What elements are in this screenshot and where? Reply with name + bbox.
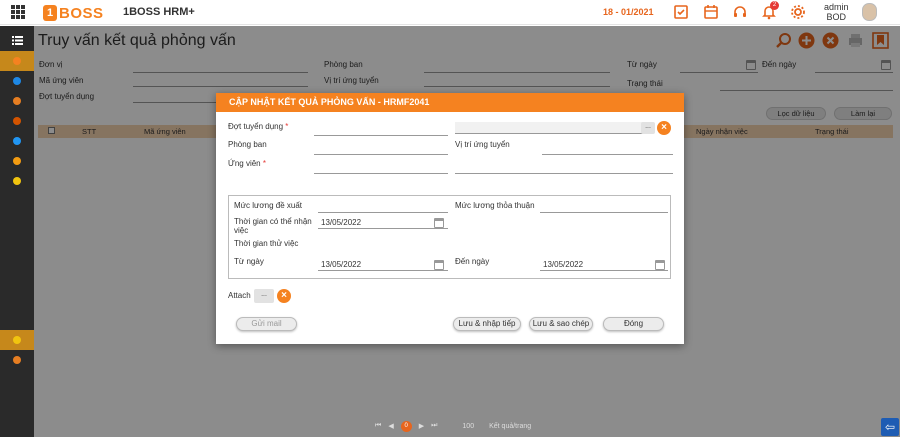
headset-icon[interactable]	[732, 4, 748, 20]
dot-tuyen-dung-clear-icon[interactable]: ×	[657, 121, 671, 135]
ung-vien-name-field	[455, 173, 673, 174]
current-page[interactable]: 0	[400, 420, 412, 432]
vi-tri-label: Vị trí ứng tuyển	[455, 140, 510, 149]
tu-ngay-label: Từ ngày	[234, 257, 264, 266]
muc-luong-de-xuat-label: Mức lương đề xuất	[234, 201, 302, 210]
save-continue-button[interactable]: Lưu & nhập tiếp	[453, 317, 521, 331]
sidebar-item-2[interactable]	[0, 71, 34, 91]
send-mail-button[interactable]: Gửi mail	[236, 317, 297, 331]
pager: ⏮ ◀ 0 ▶ ⏭ 100 Kết quả/trang	[375, 420, 531, 432]
muc-luong-thoa-thuan-label: Mức lương thỏa thuận	[455, 201, 535, 210]
star-icon	[13, 177, 21, 185]
people-icon	[13, 117, 21, 125]
folder-icon	[13, 336, 21, 344]
calendar-icon[interactable]	[703, 4, 719, 20]
logo-text: BOSS	[59, 4, 104, 22]
sidebar-item-4[interactable]	[0, 111, 34, 131]
prev-page-icon[interactable]: ◀	[388, 422, 393, 430]
page-size-label: Kết quả/trang	[489, 422, 532, 430]
close-circle-icon	[13, 137, 21, 145]
dot-tuyen-dung-label: Đợt tuyển dụng *	[228, 122, 289, 131]
muc-luong-thoa-thuan-input[interactable]	[540, 212, 668, 213]
logo-mark: 1	[43, 5, 57, 21]
user-icon	[13, 77, 21, 85]
thoi-gian-nhan-viec-label: Thời gian có thể nhận việc	[234, 217, 312, 235]
attach-browse-button[interactable]: ...	[254, 289, 274, 303]
sidebar	[0, 26, 34, 437]
muc-luong-de-xuat-input[interactable]	[318, 212, 448, 213]
calendar-icon[interactable]	[434, 218, 444, 228]
avatar[interactable]	[862, 3, 877, 21]
period-selector[interactable]: 18 - 01/2021	[603, 7, 654, 17]
attach-clear-icon[interactable]: ×	[277, 289, 291, 303]
coin-icon	[13, 157, 21, 165]
logo: 1 BOSS	[43, 4, 104, 22]
dialog-title: CẬP NHẬT KẾT QUẢ PHỎNG VẤN - HRMF2041	[216, 93, 684, 112]
den-ngay-label: Đến ngày	[455, 257, 490, 266]
phong-ban-input[interactable]	[314, 154, 448, 155]
sidebar-menu-toggle[interactable]	[0, 30, 34, 50]
first-page-icon[interactable]: ⏮	[375, 422, 381, 430]
checklist-icon[interactable]	[673, 4, 689, 20]
thoi-gian-thu-viec-label: Thời gian thử việc	[234, 239, 299, 248]
exit-icon[interactable]: ⇦	[881, 418, 899, 436]
sidebar-item-8[interactable]	[0, 330, 34, 350]
sidebar-item-6[interactable]	[0, 151, 34, 171]
sidebar-item-3[interactable]	[0, 91, 34, 111]
dot-tuyen-dung-browse-button[interactable]: ...	[641, 122, 655, 134]
page-size-select[interactable]: 100	[462, 423, 474, 430]
vi-tri-input[interactable]	[542, 154, 673, 155]
salary-group: Mức lương đề xuất Mức lương thỏa thuận T…	[228, 195, 671, 279]
tu-ngay-input[interactable]: 13/05/2022	[318, 258, 448, 271]
ung-vien-label: Ứng viên *	[228, 159, 266, 168]
gear-icon[interactable]	[790, 4, 806, 20]
top-bar: 1 BOSS 1BOSS HRM+ 18 - 01/2021 2 admin B…	[0, 0, 900, 25]
phong-ban-label: Phòng ban	[228, 140, 267, 149]
group-icon	[13, 97, 21, 105]
save-copy-button[interactable]: Lưu & sao chép	[529, 317, 593, 331]
box-icon	[13, 356, 21, 364]
calendar-icon[interactable]	[434, 260, 444, 270]
dot-tuyen-dung-name-field	[455, 122, 643, 134]
notification-badge: 2	[770, 1, 779, 10]
update-interview-result-dialog: CẬP NHẬT KẾT QUẢ PHỎNG VẤN - HRMF2041 Đợ…	[216, 93, 684, 344]
app-title: 1BOSS HRM+	[123, 6, 195, 18]
user-info[interactable]: admin BOD	[824, 2, 849, 22]
dot-tuyen-dung-input[interactable]	[314, 135, 448, 136]
ung-vien-select[interactable]	[314, 173, 448, 174]
user-role: BOD	[826, 12, 847, 22]
list-icon	[11, 35, 23, 45]
sidebar-item-9[interactable]	[0, 350, 34, 370]
sidebar-item-5[interactable]	[0, 131, 34, 151]
den-ngay-input[interactable]: 13/05/2022	[540, 258, 668, 271]
attach-label: Attach	[228, 291, 251, 300]
last-page-icon[interactable]: ⏭	[431, 422, 437, 430]
user-name: admin	[824, 2, 849, 12]
key-icon	[13, 57, 21, 65]
next-page-icon[interactable]: ▶	[419, 422, 424, 430]
thoi-gian-nhan-viec-input[interactable]: 13/05/2022	[318, 216, 448, 229]
calendar-icon[interactable]	[655, 260, 665, 270]
sidebar-item-7[interactable]	[0, 171, 34, 191]
close-button[interactable]: Đóng	[603, 317, 664, 331]
apps-grid-icon[interactable]	[11, 5, 25, 19]
sidebar-item-1[interactable]	[0, 51, 34, 71]
